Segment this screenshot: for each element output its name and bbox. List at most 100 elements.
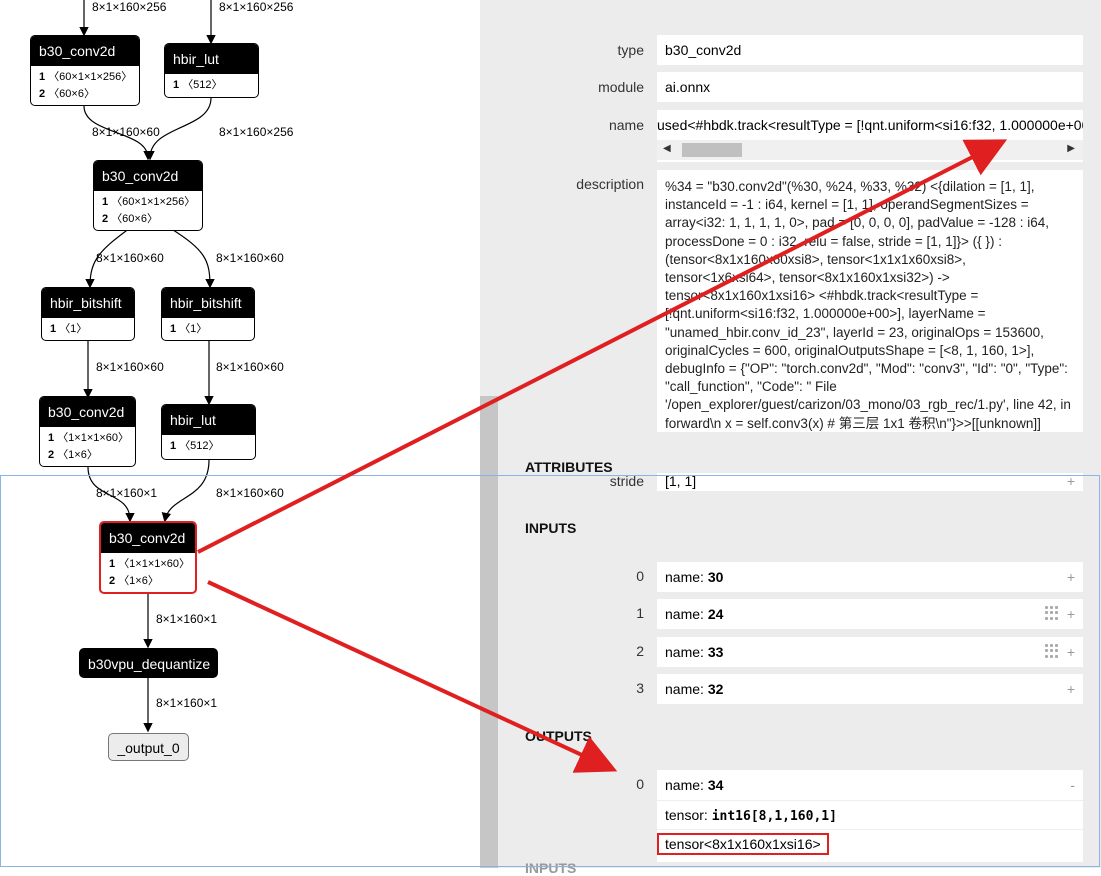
node-attr-value: 〈1〉 bbox=[59, 323, 88, 335]
input-item[interactable]: name: 32 + bbox=[657, 674, 1083, 704]
prop-label-module: module bbox=[598, 79, 644, 95]
node-attr-index: 1 bbox=[173, 79, 180, 91]
prop-label-type: type bbox=[617, 42, 644, 58]
prop-label-description: description bbox=[576, 176, 644, 192]
input-name-value: 32 bbox=[707, 681, 724, 697]
prop-name-box: used<#hbdk.track<resultType = [!qnt.unif… bbox=[657, 110, 1083, 162]
expand-icon[interactable]: + bbox=[1067, 473, 1075, 489]
input-index: 1 bbox=[636, 605, 644, 621]
node-title: b30_conv2d bbox=[31, 36, 139, 66]
node-attr-value: 〈60×6〉 bbox=[48, 88, 95, 100]
edge-label: 8×1×160×60 bbox=[216, 251, 284, 265]
node-attr-index: 2 bbox=[109, 575, 116, 587]
edge-label: 8×1×160×256 bbox=[92, 0, 167, 14]
edge-label: 8×1×160×1 bbox=[96, 486, 158, 500]
node-attr-index: 1 bbox=[170, 440, 177, 452]
node-hbir-bitshift[interactable]: hbir_bitshift 1 〈1〉 bbox=[41, 287, 135, 341]
expand-icon[interactable]: + bbox=[1067, 674, 1075, 704]
node-title: hbir_bitshift bbox=[162, 288, 254, 318]
node-hbir-bitshift[interactable]: hbir_bitshift 1 〈1〉 bbox=[161, 287, 255, 341]
node-hbir-lut[interactable]: hbir_lut 1 〈512〉 bbox=[161, 404, 256, 460]
node-attr-value: 〈1〉 bbox=[179, 323, 208, 335]
input-name-value: 33 bbox=[707, 644, 724, 660]
input-name-value: 24 bbox=[707, 606, 724, 622]
prop-label-name: name bbox=[608, 117, 644, 133]
input-item[interactable]: name: 33 + bbox=[657, 637, 1083, 667]
grid-icon[interactable] bbox=[1045, 606, 1059, 620]
node-attr-value: 〈1×1×1×60〉 bbox=[57, 432, 130, 444]
input-name-label: name: bbox=[665, 644, 708, 660]
edge-label: 8×1×160×1 bbox=[156, 612, 218, 626]
node-b30-conv2d[interactable]: b30_conv2d 1 〈1×1×1×60〉 2 〈1×6〉 bbox=[39, 396, 136, 467]
scroll-left-icon[interactable]: ◀ bbox=[663, 143, 671, 154]
expand-icon[interactable]: + bbox=[1067, 599, 1075, 629]
input-name-label: name: bbox=[665, 681, 708, 697]
prop-module-value: ai.onnx bbox=[657, 72, 1083, 102]
output-item[interactable]: name: 34 - tensor: int16[8,1,160,1] tens… bbox=[657, 770, 1083, 862]
node-attr-index: 1 bbox=[50, 323, 57, 335]
grid-icon[interactable] bbox=[1045, 644, 1059, 658]
node-title: hbir_bitshift bbox=[42, 288, 134, 318]
collapse-icon[interactable]: - bbox=[1070, 770, 1075, 800]
edge-label: 8×1×160×256 bbox=[219, 125, 294, 139]
node-attr-value: 〈1×6〉 bbox=[118, 575, 159, 587]
node-attr-index: 2 bbox=[102, 213, 109, 225]
node-attr-value: 〈60×1×1×256〉 bbox=[111, 196, 196, 208]
output-tensor-label: tensor: bbox=[665, 807, 712, 823]
prop-description-value: %34 = "b30.conv2d"(%30, %24, %33, %32) <… bbox=[657, 170, 1083, 432]
node-title: b30_conv2d bbox=[40, 397, 135, 427]
node-attr-index: 2 bbox=[39, 88, 46, 100]
node-attr-value: 〈512〉 bbox=[179, 440, 220, 452]
input-name-label: name: bbox=[665, 606, 708, 622]
node-attr-index: 1 bbox=[102, 196, 109, 208]
edge-label: 8×1×160×60 bbox=[92, 125, 160, 139]
node-attr-value: 〈1×6〉 bbox=[57, 449, 98, 461]
node-attr-value: 〈60×6〉 bbox=[111, 213, 158, 225]
output-tensor-full: tensor<8x1x160x1xsi16> bbox=[657, 833, 829, 855]
name-hscrollbar[interactable]: ◀ ▶ bbox=[657, 140, 1083, 160]
prop-type-value: b30_conv2d bbox=[657, 35, 1083, 65]
input-item[interactable]: name: 30 + bbox=[657, 562, 1083, 592]
node-attr-index: 2 bbox=[48, 449, 55, 461]
node-b30-conv2d[interactable]: b30_conv2d 1 〈60×1×1×256〉 2 〈60×6〉 bbox=[93, 160, 203, 231]
graph-canvas[interactable]: 8×1×160×256 8×1×160×256 b30_conv2d 1 〈60… bbox=[0, 0, 480, 868]
input-name-label: name: bbox=[665, 569, 708, 585]
panel-scrollbar[interactable] bbox=[480, 396, 498, 868]
node-hbir-lut[interactable]: hbir_lut 1 〈512〉 bbox=[164, 43, 259, 98]
expand-icon[interactable]: + bbox=[1067, 637, 1075, 667]
scroll-right-icon[interactable]: ▶ bbox=[1067, 143, 1075, 154]
section-inputs: INPUTS bbox=[525, 520, 577, 536]
input-item[interactable]: name: 24 + bbox=[657, 599, 1083, 629]
node-attr-index: 1 bbox=[48, 432, 55, 444]
prop-stride-value: [1, 1] + bbox=[657, 473, 1083, 491]
edge-label: 8×1×160×1 bbox=[156, 696, 218, 710]
edge-label: 8×1×160×256 bbox=[219, 0, 294, 14]
node-title: hbir_lut bbox=[165, 44, 258, 74]
node-b30-conv2d-selected[interactable]: b30_conv2d 1 〈1×1×1×60〉 2 〈1×6〉 bbox=[99, 521, 197, 594]
node-title: hbir_lut bbox=[162, 405, 255, 435]
input-index: 0 bbox=[636, 568, 644, 584]
node-title: b30_conv2d bbox=[94, 161, 202, 191]
scroll-thumb[interactable] bbox=[682, 143, 742, 157]
output-name-label: name: bbox=[665, 777, 708, 793]
input-name-value: 30 bbox=[707, 569, 724, 585]
node-output[interactable]: _output_0 bbox=[108, 733, 189, 761]
node-attr-value: 〈1×1×1×60〉 bbox=[118, 558, 191, 570]
node-title: b30_conv2d bbox=[101, 523, 195, 553]
expand-icon[interactable]: + bbox=[1067, 562, 1075, 592]
output-index: 0 bbox=[636, 776, 644, 792]
output-name-value: 34 bbox=[707, 777, 724, 793]
section-inputs-cut: INPUTS bbox=[525, 860, 577, 876]
node-attr-index: 1 bbox=[170, 323, 177, 335]
stride-value-text: [1, 1] bbox=[665, 473, 697, 489]
node-attr-index: 1 bbox=[39, 71, 46, 83]
properties-panel: type b30_conv2d module ai.onnx name used… bbox=[480, 0, 1101, 876]
edge-label: 8×1×160×60 bbox=[216, 486, 284, 500]
node-b30-conv2d[interactable]: b30_conv2d 1 〈60×1×1×256〉 2 〈60×6〉 bbox=[30, 35, 140, 106]
section-outputs: OUTPUTS bbox=[525, 728, 592, 744]
input-index: 2 bbox=[636, 643, 644, 659]
prop-name-value: used<#hbdk.track<resultType = [!qnt.unif… bbox=[657, 117, 1083, 133]
input-index: 3 bbox=[636, 680, 644, 696]
node-b30vpu-dequantize[interactable]: b30vpu_dequantize bbox=[79, 648, 218, 678]
node-attr-value: 〈60×1×1×256〉 bbox=[48, 71, 133, 83]
